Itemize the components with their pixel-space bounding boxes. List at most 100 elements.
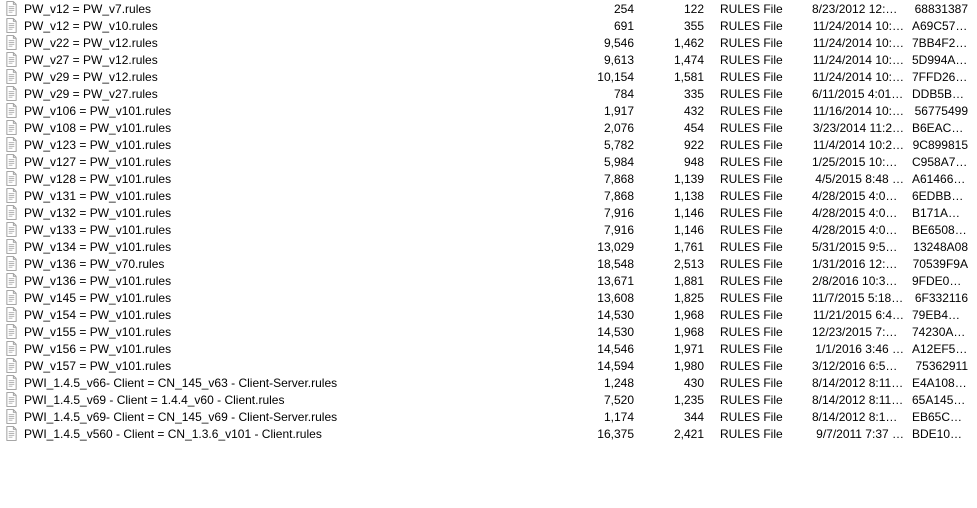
table-row[interactable]: PW_v29 = PW_v12.rules10,1541,581RULES Fi… xyxy=(0,68,977,85)
file-icon-cell xyxy=(0,86,20,101)
file-icon-cell xyxy=(0,290,20,305)
file-icon-cell xyxy=(0,35,20,50)
table-row[interactable]: PW_v127 = PW_v101.rules5,984948RULES Fil… xyxy=(0,153,977,170)
file-type: RULES File xyxy=(708,36,808,50)
table-row[interactable]: PW_v22 = PW_v12.rules9,5461,462RULES Fil… xyxy=(0,34,977,51)
file-icon-cell xyxy=(0,375,20,390)
table-row[interactable]: PW_v27 = PW_v12.rules9,6131,474RULES Fil… xyxy=(0,51,977,68)
file-size: 7,916 xyxy=(568,206,638,220)
file-hash: 5D994AA1 xyxy=(908,53,972,67)
file-packed: 335 xyxy=(638,87,708,101)
table-row[interactable]: PW_v136 = PW_v70.rules18,5482,513RULES F… xyxy=(0,255,977,272)
table-row[interactable]: PW_v131 = PW_v101.rules7,8681,138RULES F… xyxy=(0,187,977,204)
table-row[interactable]: PW_v155 = PW_v101.rules14,5301,968RULES … xyxy=(0,323,977,340)
file-size: 13,608 xyxy=(568,291,638,305)
file-hash: 75362911 xyxy=(908,359,972,373)
table-row[interactable]: PW_v136 = PW_v101.rules13,6711,881RULES … xyxy=(0,272,977,289)
table-row[interactable]: PWI_1.4.5_v560 - Client = CN_1.3.6_v101 … xyxy=(0,425,977,442)
file-type: RULES File xyxy=(708,172,808,186)
table-row[interactable]: PW_v29 = PW_v27.rules784335RULES File6/1… xyxy=(0,85,977,102)
file-type: RULES File xyxy=(708,325,808,339)
file-icon-cell xyxy=(0,69,20,84)
file-type: RULES File xyxy=(708,308,808,322)
file-packed: 2,513 xyxy=(638,257,708,271)
file-date: 12/23/2015 7:2… xyxy=(808,325,908,339)
file-name: PWI_1.4.5_v69- Client = CN_145_v69 - Cli… xyxy=(20,410,568,424)
file-type: RULES File xyxy=(708,410,808,424)
table-row[interactable]: PW_v133 = PW_v101.rules7,9161,146RULES F… xyxy=(0,221,977,238)
document-icon xyxy=(5,52,18,67)
file-size: 7,868 xyxy=(568,172,638,186)
file-name: PW_v133 = PW_v101.rules xyxy=(20,223,568,237)
file-packed: 948 xyxy=(638,155,708,169)
file-type: RULES File xyxy=(708,87,808,101)
file-date: 5/31/2015 9:52 … xyxy=(808,240,908,254)
file-size: 5,984 xyxy=(568,155,638,169)
document-icon xyxy=(5,358,18,373)
file-date: 9/7/2011 7:37 … xyxy=(808,427,908,441)
table-row[interactable]: PW_v132 = PW_v101.rules7,9161,146RULES F… xyxy=(0,204,977,221)
file-name: PW_v155 = PW_v101.rules xyxy=(20,325,568,339)
file-name: PW_v132 = PW_v101.rules xyxy=(20,206,568,220)
file-size: 1,174 xyxy=(568,410,638,424)
table-row[interactable]: PW_v134 = PW_v101.rules13,0291,761RULES … xyxy=(0,238,977,255)
file-name: PW_v123 = PW_v101.rules xyxy=(20,138,568,152)
table-row[interactable]: PWI_1.4.5_v69- Client = CN_145_v69 - Cli… xyxy=(0,408,977,425)
table-row[interactable]: PW_v145 = PW_v101.rules13,6081,825RULES … xyxy=(0,289,977,306)
document-icon xyxy=(5,137,18,152)
table-row[interactable]: PWI_1.4.5_v66- Client = CN_145_v63 - Cli… xyxy=(0,374,977,391)
file-date: 3/12/2016 6:50 … xyxy=(808,359,908,373)
file-type: RULES File xyxy=(708,376,808,390)
table-row[interactable]: PW_v12 = PW_v10.rules691355RULES File11/… xyxy=(0,17,977,34)
file-type: RULES File xyxy=(708,70,808,84)
file-hash: B6EAC5F5 xyxy=(908,121,972,135)
file-date: 8/14/2012 8:11 … xyxy=(808,376,908,390)
file-name: PW_v12 = PW_v10.rules xyxy=(20,19,568,33)
file-type: RULES File xyxy=(708,359,808,373)
document-icon xyxy=(5,69,18,84)
file-list: PW_v12 = PW_v7.rules254122RULES File8/23… xyxy=(0,0,977,442)
table-row[interactable]: PW_v106 = PW_v101.rules1,917432RULES Fil… xyxy=(0,102,977,119)
file-date: 11/24/2014 10:… xyxy=(808,19,908,33)
file-icon-cell xyxy=(0,256,20,271)
table-row[interactable]: PW_v123 = PW_v101.rules5,782922RULES Fil… xyxy=(0,136,977,153)
file-size: 14,530 xyxy=(568,308,638,322)
file-packed: 1,761 xyxy=(638,240,708,254)
table-row[interactable]: PW_v156 = PW_v101.rules14,5461,971RULES … xyxy=(0,340,977,357)
file-packed: 1,968 xyxy=(638,308,708,322)
document-icon xyxy=(5,307,18,322)
file-type: RULES File xyxy=(708,19,808,33)
document-icon xyxy=(5,324,18,339)
document-icon xyxy=(5,18,18,33)
file-name: PW_v156 = PW_v101.rules xyxy=(20,342,568,356)
file-date: 6/11/2015 4:01 … xyxy=(808,87,908,101)
file-type: RULES File xyxy=(708,53,808,67)
table-row[interactable]: PW_v108 = PW_v101.rules2,076454RULES Fil… xyxy=(0,119,977,136)
file-hash: 9FDE0A9C xyxy=(908,274,972,288)
file-hash: 13248A08 xyxy=(908,240,972,254)
table-row[interactable]: PW_v12 = PW_v7.rules254122RULES File8/23… xyxy=(0,0,977,17)
file-type: RULES File xyxy=(708,393,808,407)
file-packed: 1,146 xyxy=(638,206,708,220)
file-hash: 56775499 xyxy=(908,104,972,118)
file-icon-cell xyxy=(0,188,20,203)
table-row[interactable]: PW_v128 = PW_v101.rules7,8681,139RULES F… xyxy=(0,170,977,187)
document-icon xyxy=(5,205,18,220)
file-packed: 1,825 xyxy=(638,291,708,305)
file-type: RULES File xyxy=(708,2,808,16)
file-name: PW_v134 = PW_v101.rules xyxy=(20,240,568,254)
file-packed: 122 xyxy=(638,2,708,16)
file-icon-cell xyxy=(0,358,20,373)
file-date: 11/24/2014 10:… xyxy=(808,53,908,67)
file-size: 18,548 xyxy=(568,257,638,271)
table-row[interactable]: PW_v154 = PW_v101.rules14,5301,968RULES … xyxy=(0,306,977,323)
file-type: RULES File xyxy=(708,206,808,220)
file-date: 1/25/2015 10:2… xyxy=(808,155,908,169)
file-type: RULES File xyxy=(708,223,808,237)
file-name: PW_v108 = PW_v101.rules xyxy=(20,121,568,135)
table-row[interactable]: PWI_1.4.5_v69 - Client = 1.4.4_v60 - Cli… xyxy=(0,391,977,408)
table-row[interactable]: PW_v157 = PW_v101.rules14,5941,980RULES … xyxy=(0,357,977,374)
document-icon xyxy=(5,290,18,305)
file-icon-cell xyxy=(0,1,20,16)
document-icon xyxy=(5,1,18,16)
